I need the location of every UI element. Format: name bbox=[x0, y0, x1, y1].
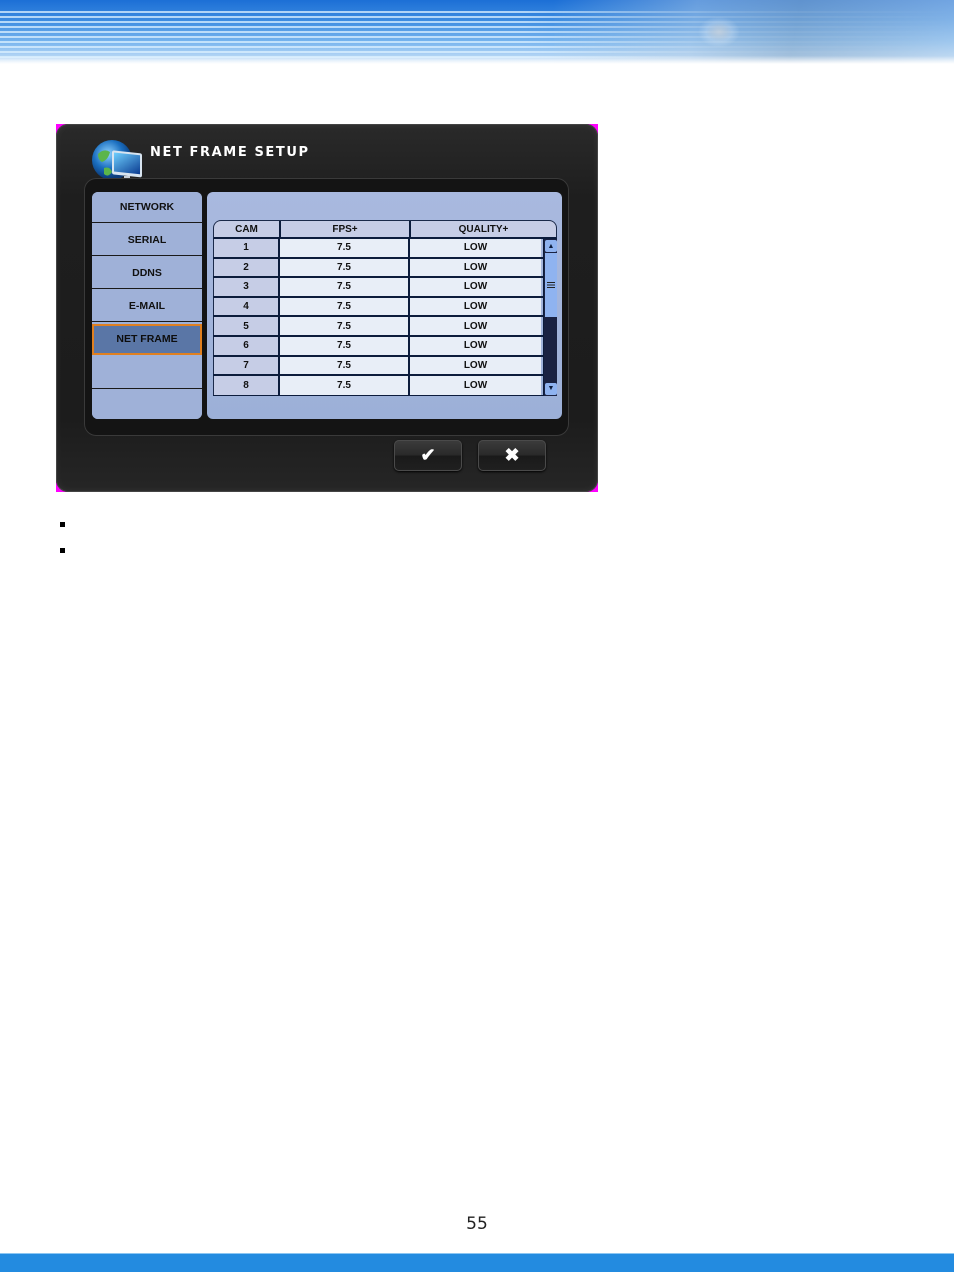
table-row[interactable]: 3 7.5 LOW bbox=[213, 278, 543, 298]
cam-cell: 7 bbox=[213, 356, 280, 375]
quality-cell[interactable]: LOW bbox=[410, 258, 541, 277]
table-row[interactable]: 1 7.5 LOW bbox=[213, 239, 543, 259]
cam-cell: 4 bbox=[213, 297, 280, 316]
fps-cell[interactable]: 7.5 bbox=[280, 297, 410, 316]
column-header-cam[interactable]: CAM bbox=[214, 221, 281, 237]
cam-cell: 1 bbox=[213, 239, 280, 257]
quality-cell[interactable]: LOW bbox=[410, 317, 541, 335]
grip-lines-icon bbox=[547, 282, 555, 288]
fps-cell[interactable]: 7.5 bbox=[280, 278, 410, 296]
page-header-banner bbox=[0, 0, 954, 64]
sidebar-item-empty bbox=[92, 357, 202, 389]
fps-cell[interactable]: 7.5 bbox=[280, 376, 410, 395]
table-row[interactable]: 8 7.5 LOW bbox=[213, 376, 543, 396]
table-row[interactable]: 2 7.5 LOW bbox=[213, 258, 543, 279]
cancel-button[interactable]: ✖ bbox=[478, 440, 546, 471]
column-header-fps[interactable]: FPS+ bbox=[281, 221, 411, 237]
sidebar-item-empty bbox=[92, 391, 202, 419]
quality-cell[interactable]: LOW bbox=[410, 278, 541, 296]
sidebar-item-network[interactable]: NETWORK bbox=[92, 192, 202, 223]
table-scrollbar[interactable]: ▲ ▼ bbox=[543, 239, 557, 396]
bullet-marker bbox=[60, 522, 65, 527]
fps-cell[interactable]: 7.5 bbox=[280, 356, 410, 375]
triangle-down-icon: ▼ bbox=[547, 385, 555, 393]
table-header: CAM FPS+ QUALITY+ bbox=[213, 220, 557, 239]
fps-cell[interactable]: 7.5 bbox=[280, 317, 410, 335]
net-frame-content-panel: CAM FPS+ QUALITY+ 1 7.5 LOW 2 7.5 LOW 3 7.5 LOW 4… bbox=[207, 192, 562, 419]
table-row[interactable]: 4 7.5 LOW bbox=[213, 297, 543, 318]
scroll-up-button[interactable]: ▲ bbox=[545, 240, 557, 252]
fps-cell[interactable]: 7.5 bbox=[280, 336, 410, 355]
sidebar-item-net-frame[interactable]: NET FRAME bbox=[92, 324, 202, 355]
quality-cell[interactable]: LOW bbox=[410, 239, 541, 257]
quality-cell[interactable]: LOW bbox=[410, 356, 541, 375]
quality-cell[interactable]: LOW bbox=[410, 336, 541, 355]
fps-cell[interactable]: 7.5 bbox=[280, 258, 410, 277]
sidebar-item-serial[interactable]: SERIAL bbox=[92, 225, 202, 256]
table-row[interactable]: 5 7.5 LOW bbox=[213, 317, 543, 337]
net-frame-table: CAM FPS+ QUALITY+ 1 7.5 LOW 2 7.5 LOW 3 7.5 LOW 4… bbox=[213, 220, 557, 396]
cam-cell: 6 bbox=[213, 336, 280, 355]
quality-cell[interactable]: LOW bbox=[410, 376, 541, 395]
table-row[interactable]: 6 7.5 LOW bbox=[213, 336, 543, 357]
banner-camera-image bbox=[554, 0, 954, 64]
cam-cell: 8 bbox=[213, 376, 280, 395]
page-footer-bar bbox=[0, 1253, 954, 1272]
quality-cell[interactable]: LOW bbox=[410, 297, 541, 316]
cam-cell: 2 bbox=[213, 258, 280, 277]
cam-cell: 3 bbox=[213, 278, 280, 296]
scroll-down-button[interactable]: ▼ bbox=[545, 382, 557, 395]
dialog-title: NET FRAME SETUP bbox=[150, 145, 310, 160]
bullet-marker bbox=[60, 548, 65, 553]
table-row[interactable]: 7 7.5 LOW bbox=[213, 356, 543, 377]
table-body: 1 7.5 LOW 2 7.5 LOW 3 7.5 LOW 4 7.5 LOW 5 7.5 LOW 6 7.5 L… bbox=[213, 239, 543, 396]
net-frame-setup-dialog: NET FRAME SETUP NETWORK SERIAL DDNS E-MA… bbox=[56, 124, 598, 492]
net-frame-setup-screenshot: NET FRAME SETUP NETWORK SERIAL DDNS E-MA… bbox=[56, 124, 598, 492]
triangle-up-icon: ▲ bbox=[547, 242, 555, 250]
ok-button[interactable]: ✔ bbox=[394, 440, 462, 471]
checkmark-icon: ✔ bbox=[420, 445, 436, 465]
column-header-quality[interactable]: QUALITY+ bbox=[411, 221, 556, 237]
sidebar-item-ddns[interactable]: DDNS bbox=[92, 258, 202, 289]
scroll-thumb[interactable] bbox=[545, 253, 557, 317]
cam-cell: 5 bbox=[213, 317, 280, 335]
page-number: 55 bbox=[466, 1214, 488, 1234]
fps-cell[interactable]: 7.5 bbox=[280, 239, 410, 257]
close-icon: ✖ bbox=[504, 445, 520, 465]
sidebar-item-email[interactable]: E-MAIL bbox=[92, 291, 202, 322]
setup-sidebar: NETWORK SERIAL DDNS E-MAIL NET FRAME bbox=[92, 192, 202, 419]
